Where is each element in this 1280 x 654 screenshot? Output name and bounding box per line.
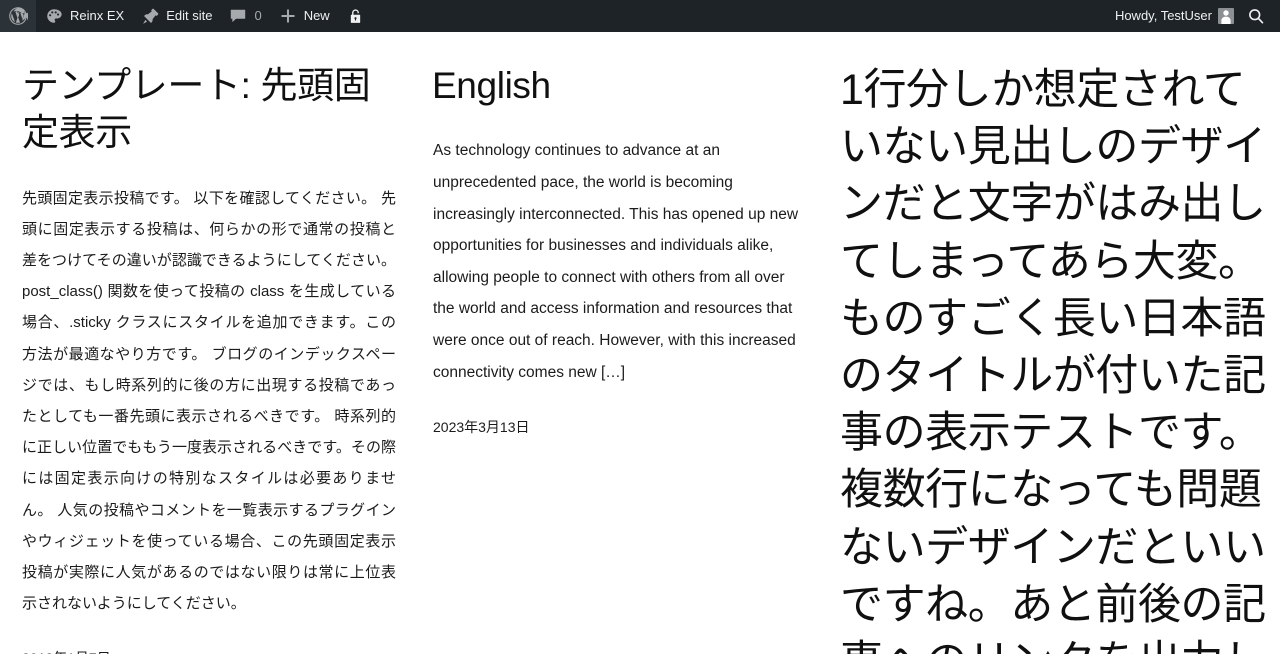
post-date: 2023年3月13日 <box>433 419 530 436</box>
admin-bar-right-group: Howdy, TestUser <box>1107 0 1280 32</box>
post-card: テンプレート: 先頭固定表示 先頭固定表示投稿です。 以下を確認してください。 … <box>0 32 412 654</box>
pushpin-icon <box>140 6 160 26</box>
site-name-label: Reinx EX <box>70 8 125 23</box>
post-title-link[interactable]: 1行分しか想定されていない見出しのデザインだと文字がはみ出してしまってあら大変。… <box>836 62 1272 654</box>
howdy-label: Howdy, TestUser <box>1114 8 1212 23</box>
post-excerpt: 先頭固定表示投稿です。 以下を確認してください。 先頭に固定表示する投稿は、何ら… <box>22 189 396 613</box>
search-icon <box>1246 6 1266 26</box>
post-card: 1行分しか想定されていない見出しのデザインだと文字がはみ出してしまってあら大変。… <box>824 32 1280 654</box>
edit-site-label: Edit site <box>166 8 213 23</box>
avatar <box>1218 8 1234 24</box>
wp-admin-bar: Reinx EX Edit site 0 New Howdy, TestUser <box>0 0 1280 32</box>
post-card: English As technology continues to advan… <box>412 32 824 438</box>
dashboard-site-icon <box>44 6 64 26</box>
search-button[interactable] <box>1238 0 1280 32</box>
site-name-menu[interactable]: Reinx EX <box>36 0 132 32</box>
post-title-link[interactable]: English <box>428 62 808 109</box>
edit-site-button[interactable]: Edit site <box>132 0 220 32</box>
post-grid: テンプレート: 先頭固定表示 先頭固定表示投稿です。 以下を確認してください。 … <box>0 32 1280 654</box>
post-excerpt: As technology continues to advance at an… <box>433 142 799 381</box>
unlocked-padlock-icon <box>346 6 366 26</box>
comments-button[interactable]: 0 <box>220 0 269 32</box>
plus-icon <box>278 6 298 26</box>
post-date: 2012年1月7日 <box>16 649 396 654</box>
wordpress-logo-icon <box>8 6 28 26</box>
new-content-button[interactable]: New <box>270 0 338 32</box>
my-account-menu[interactable]: Howdy, TestUser <box>1107 0 1238 32</box>
post-title-link[interactable]: テンプレート: 先頭固定表示 <box>16 62 396 157</box>
admin-bar-left-group: Reinx EX Edit site 0 New <box>0 0 374 32</box>
site-lock-button[interactable] <box>338 0 374 32</box>
new-content-label: New <box>303 8 330 23</box>
comment-bubble-icon <box>228 6 248 26</box>
comments-count: 0 <box>254 8 262 23</box>
wp-logo-menu[interactable] <box>0 0 36 32</box>
site-content: テンプレート: 先頭固定表示 先頭固定表示投稿です。 以下を確認してください。 … <box>0 32 1280 654</box>
